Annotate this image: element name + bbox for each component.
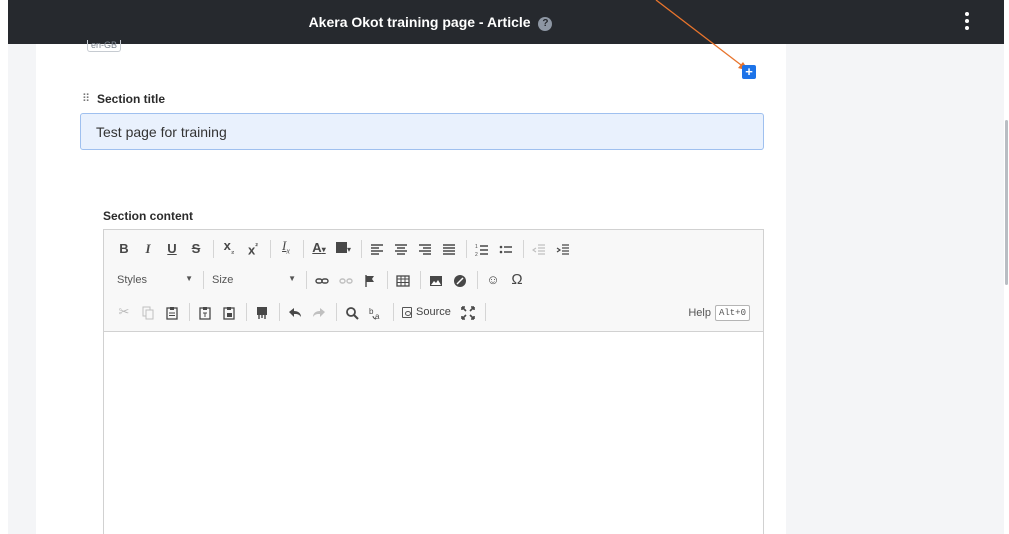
align-right-icon[interactable] (418, 239, 432, 259)
link-icon[interactable] (315, 270, 329, 290)
text-color-button[interactable]: A▾ (312, 238, 326, 260)
underline-button[interactable]: U (165, 239, 179, 259)
section-content-label: Section content (103, 209, 194, 223)
outdent-icon[interactable] (531, 239, 546, 259)
bullet-list-icon[interactable] (499, 239, 513, 259)
toolbar-row-3: ✂ ba Source (117, 301, 494, 323)
bold-button[interactable]: B (117, 239, 131, 259)
svg-text:b: b (369, 307, 374, 316)
table-icon[interactable] (396, 270, 410, 290)
paste-icon[interactable] (165, 302, 179, 322)
editor-content-area[interactable] (104, 333, 763, 534)
source-button[interactable]: Source (402, 306, 451, 318)
italic-button[interactable]: I (141, 239, 155, 259)
cut-icon[interactable]: ✂ (117, 302, 131, 322)
embed-media-icon[interactable] (453, 270, 467, 290)
section-title-label: Section title (97, 92, 166, 106)
rich-text-editor: B I U S x₂ x² Ix A▾ ▾ 12 Styles ▼ Size ▼… (103, 229, 764, 534)
numbered-list-icon[interactable]: 12 (475, 239, 489, 259)
indent-icon[interactable] (556, 239, 570, 259)
subscript-button[interactable]: x₂ (222, 236, 236, 262)
undo-icon[interactable] (288, 302, 302, 322)
unlink-icon[interactable] (339, 270, 353, 290)
justify-icon[interactable] (442, 239, 456, 259)
maximize-icon[interactable] (461, 302, 475, 322)
size-dropdown[interactable]: Size ▼ (212, 274, 300, 286)
scrollbar-thumb[interactable] (1005, 120, 1008, 285)
top-bar: Akera Okot training page - Article ? (8, 0, 1004, 44)
background-color-button[interactable]: ▾ (336, 238, 351, 260)
align-center-icon[interactable] (394, 239, 408, 259)
more-options-icon[interactable] (962, 10, 972, 34)
section-title-input[interactable] (80, 113, 764, 150)
editor-toolbar: B I U S x₂ x² Ix A▾ ▾ 12 Styles ▼ Size ▼… (104, 230, 763, 332)
strikethrough-button[interactable]: S (189, 239, 203, 259)
help-button[interactable]: Help Alt+0 (688, 305, 750, 321)
redo-icon[interactable] (312, 302, 326, 322)
anchor-flag-icon[interactable] (363, 270, 377, 290)
align-left-icon[interactable] (370, 239, 384, 259)
find-icon[interactable] (345, 302, 359, 322)
svg-text:2: 2 (475, 252, 478, 257)
help-shortcut-key: Alt+0 (714, 305, 750, 321)
help-icon[interactable]: ? (538, 17, 553, 31)
source-icon (402, 306, 412, 318)
page-title-text: Akera Okot training page - Article (308, 14, 531, 30)
image-icon[interactable] (429, 270, 443, 290)
special-character-icon[interactable]: Ω (510, 270, 524, 290)
styles-dropdown[interactable]: Styles ▼ (117, 274, 197, 286)
drag-handle-icon[interactable]: ⠿ (82, 92, 90, 105)
emoji-icon[interactable]: ☺ (486, 270, 500, 290)
left-gutter (8, 44, 36, 534)
language-tag: en-GB (87, 40, 122, 52)
paste-text-icon[interactable] (198, 302, 212, 322)
page-title: Akera Okot training page - Article ? (8, 0, 853, 44)
add-section-button[interactable]: + (742, 65, 756, 79)
toolbar-row-2: Styles ▼ Size ▼ ☺ Ω (117, 269, 534, 291)
toolbar-row-1: B I U S x₂ x² Ix A▾ ▾ 12 (117, 238, 580, 260)
right-side-panel (786, 44, 1004, 534)
replace-icon[interactable]: ba (369, 302, 383, 322)
paste-from-word-icon[interactable] (222, 302, 236, 322)
copy-icon[interactable] (141, 302, 155, 322)
remove-format-button[interactable]: Ix (279, 236, 293, 262)
superscript-button[interactable]: x² (246, 237, 260, 260)
svg-text:1: 1 (475, 244, 478, 250)
blockquote-icon[interactable] (255, 302, 269, 322)
scrollbar-track[interactable] (1004, 44, 1009, 534)
